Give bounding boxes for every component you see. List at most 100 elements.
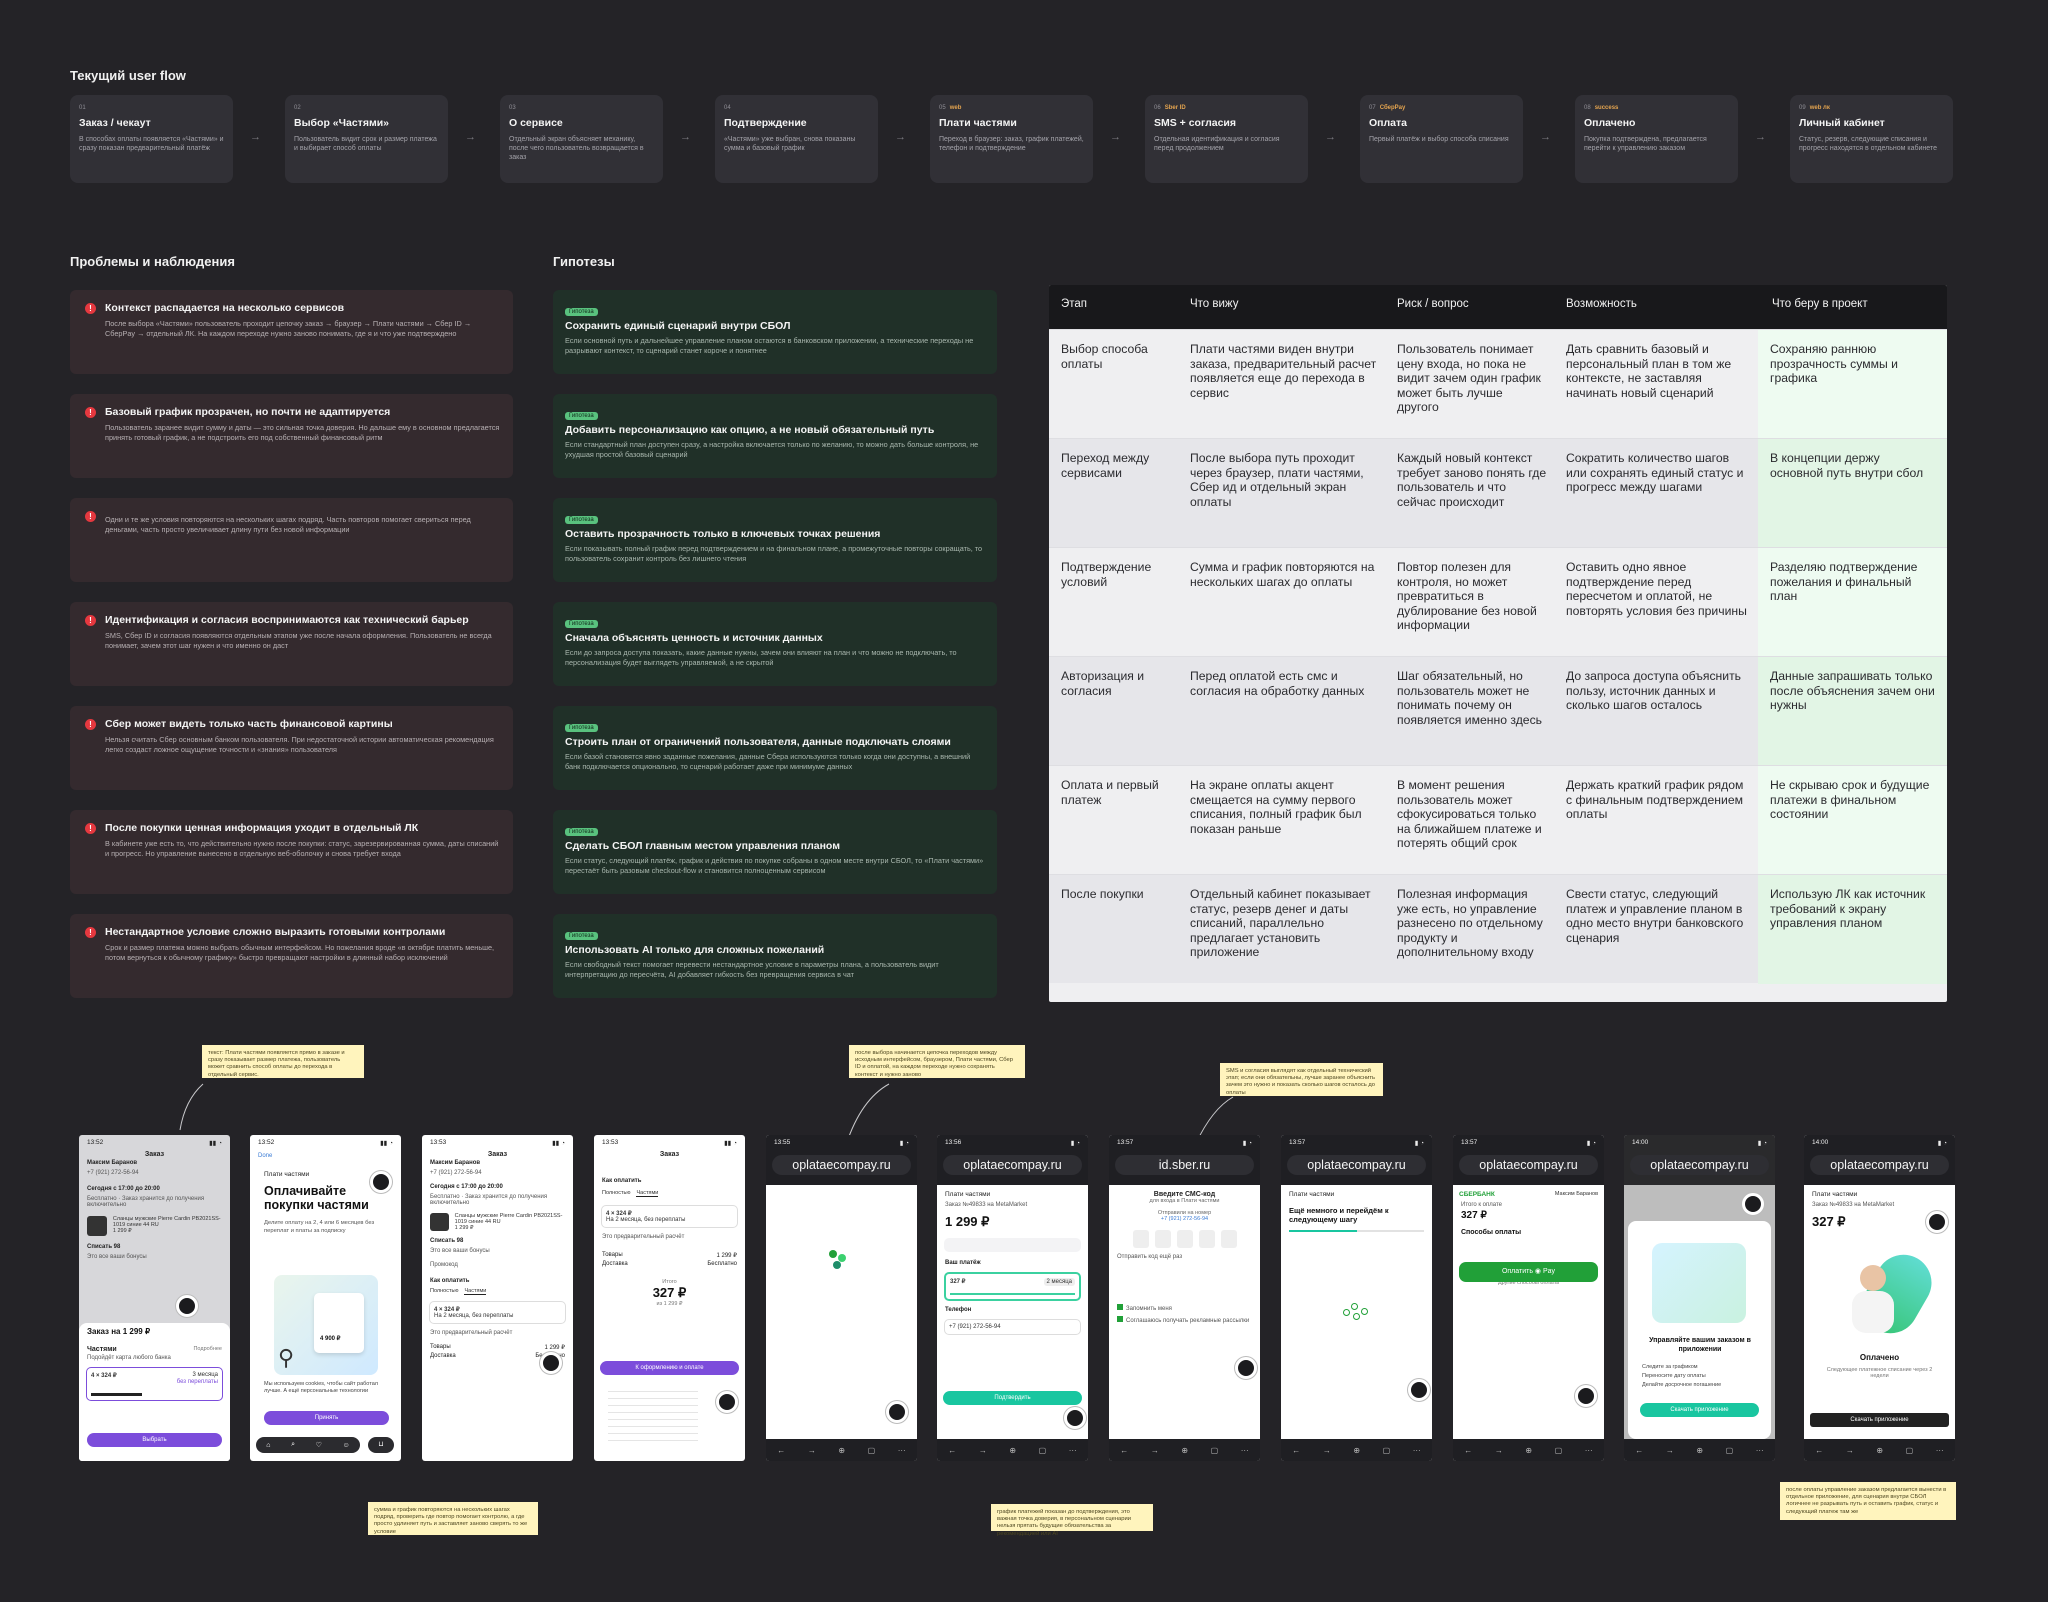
user-icon[interactable]: ☺ [343,1442,350,1449]
plus-icon[interactable]: ⊕ [1353,1446,1360,1455]
browser-nav[interactable]: ← → ⊕ ▢ ··· [1109,1439,1260,1461]
forward-icon[interactable]: → [1666,1446,1674,1455]
choose-button[interactable]: Выбрать [87,1433,222,1447]
back-icon[interactable]: ← [1120,1446,1128,1455]
signal-icon: ▮ ◔ [1586,1140,1596,1147]
more-icon[interactable]: ··· [898,1446,906,1455]
back-icon[interactable]: ← [1292,1446,1300,1455]
tabs-icon[interactable]: ▢ [1906,1446,1914,1455]
plus-icon[interactable]: ⊕ [1525,1446,1532,1455]
checkout-button[interactable]: К оформлению и оплате [600,1361,739,1375]
consent-remember[interactable]: Запомнить меня [1109,1302,1260,1314]
more-icon[interactable]: ··· [1756,1446,1764,1455]
signal-icon: ▮ ◔ [1414,1140,1424,1147]
plus-icon[interactable]: ⊕ [838,1446,845,1455]
browser-nav[interactable]: ← → ⊕ ▢ ··· [1804,1439,1955,1461]
plan-card[interactable]: 4 × 324 ₽ 3 месяца без переплаты [86,1367,223,1401]
more-icon[interactable]: ··· [1069,1446,1077,1455]
tabs-icon[interactable]: ▢ [1211,1446,1219,1455]
confirm-button[interactable]: Подтвердить [943,1391,1082,1405]
screen-paid: 14:00 ▮ ◔ oplataecompay.ru Плати частями … [1804,1135,1955,1461]
how-to-pay: Как оплатить [602,1178,642,1184]
parts-more-link[interactable]: Подробнее [193,1346,222,1353]
info-banner [944,1238,1081,1252]
option-full[interactable]: Полностью [602,1190,630,1197]
back-icon[interactable]: ← [1815,1446,1823,1455]
forward-icon[interactable]: → [1323,1446,1331,1455]
download-app-button[interactable]: Скачать приложение [1810,1413,1949,1427]
promo-label[interactable]: Промокод [422,1260,573,1270]
plus-icon[interactable]: ⊕ [1876,1446,1883,1455]
back-icon[interactable]: ← [1635,1446,1643,1455]
bike-icon: ⚲ [278,1345,295,1370]
checkbox-icon[interactable] [1117,1304,1123,1310]
option-full[interactable]: Полностью [430,1288,458,1295]
consent-ads[interactable]: Соглашаюсь получать рекламные рассылки [1109,1314,1260,1326]
accept-button[interactable]: Принять [264,1411,389,1425]
forward-icon[interactable]: → [1846,1446,1854,1455]
code-input[interactable] [1109,1230,1260,1248]
search-icon[interactable]: ⌕ [291,1441,295,1449]
plan-sub: На 2 месяца, без переплаты [434,1313,514,1319]
plus-icon[interactable]: ⊕ [1181,1446,1188,1455]
cart-icon[interactable]: ⊔ [368,1437,394,1453]
plus-icon[interactable]: ⊕ [1009,1446,1016,1455]
url-bar[interactable]: oplataecompay.ru [1630,1155,1769,1175]
url-bar[interactable]: oplataecompay.ru [943,1155,1082,1175]
tabs-icon[interactable]: ▢ [1555,1446,1563,1455]
url-bar[interactable]: oplataecompay.ru [1287,1155,1426,1175]
plan-card[interactable]: 4 × 324 ₽ На 2 месяца, без переплаты [429,1301,566,1324]
pay-button[interactable]: Оплатить ◉ Pay [1459,1262,1598,1282]
tabs-icon[interactable]: ▢ [1383,1446,1391,1455]
heart-icon[interactable]: ♡ [316,1441,322,1449]
tab-bar[interactable]: ⌂ ⌕ ♡ ☺ [256,1437,360,1453]
browser-nav[interactable]: ← → ⊕ ▢ ··· [766,1439,917,1461]
delivery-label: Доставка [430,1353,456,1359]
screen-app-promo: 14:00 ▮ ◔ oplataecompay.ru Управляйте ваш… [1624,1135,1775,1461]
checkbox-icon[interactable] [1117,1316,1123,1322]
browser-nav[interactable]: ← → ⊕ ▢ ··· [1281,1439,1432,1461]
plan-months: 3 месяца [192,1372,219,1378]
option-parts[interactable]: Частями [464,1288,487,1295]
download-app-button[interactable]: Скачать приложение [1640,1403,1759,1417]
option-parts[interactable]: Частями [636,1190,659,1197]
url-bar[interactable]: oplataecompay.ru [1810,1155,1949,1175]
url-bar[interactable]: oplataecompay.ru [772,1155,911,1175]
sberpay-icon: ◉ [1534,1268,1542,1275]
sent-phone: +7 (921) 272-56-94 [1160,1216,1209,1222]
url-text: oplataecompay.ru [963,1158,1062,1172]
screen-order-checkout: 13:52 ▮▮ ◔ Заказ Максим Баранов +7 (921) … [79,1135,230,1461]
back-icon[interactable]: ← [948,1446,956,1455]
more-icon[interactable]: ··· [1413,1446,1421,1455]
browser-nav[interactable]: ← → ⊕ ▢ ··· [1453,1439,1604,1461]
phone-input[interactable]: +7 (921) 272-56-94 [944,1319,1081,1335]
browser-nav[interactable]: ← → ⊕ ▢ ··· [1624,1439,1775,1461]
plus-icon[interactable]: ⊕ [1696,1446,1703,1455]
app-promo-sheet: Управляйте вашим заказом в приложении Сл… [1628,1221,1771,1439]
status-label: Оплачено [1859,1353,1900,1362]
more-icon[interactable]: ··· [1241,1446,1249,1455]
user-phone: +7 (921) 272-56-94 [87,1170,139,1176]
tabs-icon[interactable]: ▢ [868,1446,876,1455]
plan-card[interactable]: 4 × 324 ₽ На 2 месяца, без переплаты [601,1205,738,1228]
tabs-icon[interactable]: ▢ [1039,1446,1047,1455]
resend-link[interactable]: Отправить код ещё раз [1109,1252,1260,1262]
home-icon[interactable]: ⌂ [266,1442,270,1449]
back-icon[interactable]: ← [1464,1446,1472,1455]
back-icon[interactable]: ← [777,1446,785,1455]
tabs-icon[interactable]: ▢ [1726,1446,1734,1455]
more-icon[interactable]: ··· [1585,1446,1593,1455]
promo-features: Следите за графиком Переносите дату оплат… [1642,1364,1722,1388]
forward-icon[interactable]: → [808,1446,816,1455]
forward-icon[interactable]: → [1495,1446,1503,1455]
url-bar[interactable]: oplataecompay.ru [1459,1155,1598,1175]
done-button[interactable]: Done [250,1151,401,1161]
forward-icon[interactable]: → [1151,1446,1159,1455]
url-bar[interactable]: id.sber.ru [1115,1155,1254,1175]
payment-card[interactable]: 327 ₽ 2 месяца [944,1272,1081,1301]
screen-order-parts: 13:53 ▮▮ ◔ Заказ Максим Баранов +7 (921) … [422,1135,573,1461]
more-icon[interactable]: ··· [1936,1446,1944,1455]
forward-icon[interactable]: → [979,1446,987,1455]
url-text: oplataecompay.ru [1650,1158,1749,1172]
browser-nav[interactable]: ← → ⊕ ▢ ··· [937,1439,1088,1461]
